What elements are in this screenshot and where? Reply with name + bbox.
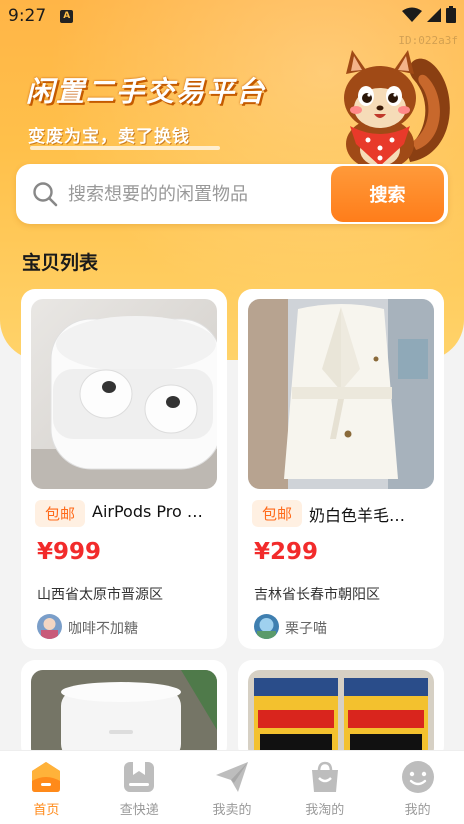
product-title: 奶白色羊毛… [309,506,406,525]
status-indicators [402,6,456,23]
seller-avatar [37,614,62,639]
product-title: AirPods Pro … [92,502,203,521]
free-shipping-tag: 包邮 [252,500,302,527]
subtitle-underline [30,146,220,150]
product-image [248,670,434,760]
home-icon [32,762,61,792]
tab-my-purchases[interactable]: 我淘的 [278,751,371,824]
product-location: 吉林省长春市朝阳区 [254,587,380,603]
product-image [31,299,217,489]
tab-label: 我的 [404,803,431,818]
hero-title: 闲置二手交易平台 [26,75,267,108]
product-card[interactable] [21,660,227,760]
search-bar: 搜索 [16,164,448,224]
search-button[interactable]: 搜索 [331,166,444,222]
product-image [248,299,434,489]
product-image [31,670,217,760]
parcel-icon [124,762,155,792]
free-shipping-tag: 包邮 [35,500,85,527]
tab-my-sales[interactable]: 我卖的 [186,751,279,824]
tab-label: 我淘的 [305,803,345,818]
bottom-tab-bar: 首页 查快递 我卖的 我淘的 我的 [0,750,464,824]
status-bar: 9:27 A [0,0,464,32]
tab-profile[interactable]: 我的 [371,751,464,824]
paper-plane-icon [215,762,248,792]
status-time: 9:27 [8,6,47,26]
product-price: ¥299 [254,539,319,565]
product-price: ¥999 [37,539,102,565]
product-location: 山西省太原市晋源区 [37,587,163,603]
tab-label: 查快递 [119,803,159,818]
signal-icon [427,7,441,22]
shopping-bag-icon [311,761,338,792]
search-input[interactable] [68,164,328,224]
section-title: 宝贝列表 [22,252,99,274]
seller-name: 咖啡不加糖 [68,621,138,637]
tab-label: 首页 [33,803,60,818]
product-card[interactable] [238,660,444,760]
tab-track-parcel[interactable]: 查快递 [93,751,186,824]
product-card[interactable]: 包邮 奶白色羊毛… ¥299 吉林省长春市朝阳区 栗子喵 [238,289,444,649]
squirrel-mascot-icon [344,50,450,168]
product-card[interactable]: 包邮 AirPods Pro … ¥999 山西省太原市晋源区 咖啡不加糖 [21,289,227,649]
search-icon [33,182,58,207]
notification-icon: A [60,9,74,23]
tab-home[interactable]: 首页 [0,751,93,824]
wifi-icon [402,7,422,22]
seller-avatar [254,614,279,639]
smiley-icon [401,761,434,793]
tab-label: 我卖的 [212,803,252,818]
battery-icon [446,6,456,23]
hero-subtitle: 变废为宝，卖了换钱 [28,127,190,147]
seller-name: 栗子喵 [285,621,327,637]
